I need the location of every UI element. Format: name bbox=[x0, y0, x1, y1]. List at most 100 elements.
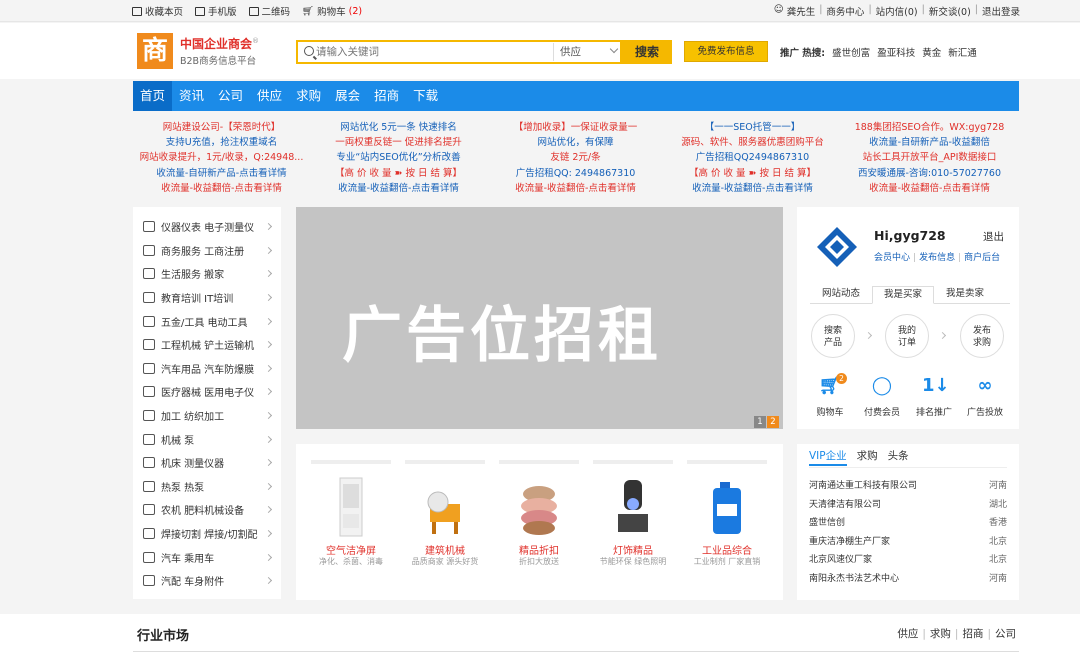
ad-link[interactable]: 源码、软件、服务器优惠团购平台 bbox=[664, 135, 841, 150]
tab-seller[interactable]: 我是卖家 bbox=[934, 286, 996, 304]
category-item[interactable]: 加工 纺织加工 bbox=[133, 404, 281, 428]
ad-link[interactable]: 网站收录提升，1元/收录，Q:24948... bbox=[133, 150, 310, 165]
hot-word[interactable]: 盈亚科技 bbox=[877, 48, 915, 59]
ad-link[interactable]: 专业“站内SEO优化”分析改善 bbox=[310, 150, 487, 165]
mobile-link[interactable]: 手机版 bbox=[195, 4, 237, 18]
category-item[interactable]: 商务服务 工商注册 bbox=[133, 239, 281, 263]
nav-news[interactable]: 资讯 bbox=[172, 81, 211, 111]
vip-row[interactable]: 盛世信创 香港 bbox=[809, 515, 1007, 533]
post-request-button[interactable]: 发布 求购 bbox=[960, 314, 1004, 358]
logo-title[interactable]: 中国企业商会® bbox=[180, 35, 259, 52]
ad-link[interactable]: 【一一SEO托管一一】 bbox=[664, 120, 841, 135]
logo-icon[interactable]: 商 bbox=[137, 33, 173, 69]
ad-link[interactable]: 收流量-收益翻倍-点击看详情 bbox=[664, 181, 841, 196]
product-card[interactable]: 空气洁净屏 净化、杀菌、消毒 bbox=[311, 460, 391, 580]
tab-site-news[interactable]: 网站动态 bbox=[810, 286, 872, 304]
product-card[interactable]: 建筑机械 品质商家 源头好货 bbox=[405, 460, 485, 580]
ad-link[interactable]: 收流量-收益翻倍-点击看详情 bbox=[487, 181, 664, 196]
category-item[interactable]: 仪器仪表 电子测量仪 bbox=[133, 215, 281, 239]
category-item[interactable]: 机械 泵 bbox=[133, 427, 281, 451]
nav-home[interactable]: 首页 bbox=[133, 81, 173, 111]
user-avatar[interactable] bbox=[815, 225, 859, 269]
ad-link[interactable]: 收流量-自研新产品-点击看详情 bbox=[133, 166, 310, 181]
member-center-link[interactable]: 会员中心 bbox=[874, 253, 910, 263]
ad-link[interactable]: 西安暖通展-咨询:010-57027760 bbox=[841, 166, 1018, 181]
panel-logout-link[interactable]: 退出 bbox=[983, 229, 1004, 244]
nav-buy[interactable]: 求购 bbox=[289, 81, 328, 111]
category-item[interactable]: 教育培训 IT培训 bbox=[133, 286, 281, 310]
category-item[interactable]: 生活服务 搬家 bbox=[133, 262, 281, 286]
category-item[interactable]: 汽车 乘用车 bbox=[133, 545, 281, 569]
ranking-icon[interactable]: 1↓ bbox=[922, 374, 950, 398]
ad-link[interactable]: 188集团招SEO合作。WX:gyg728 bbox=[841, 120, 1018, 135]
inbox-link[interactable]: 站内信(0) bbox=[876, 4, 918, 18]
qrcode-link[interactable]: 二维码 bbox=[248, 4, 290, 18]
tool-label[interactable]: 广告投放 bbox=[960, 405, 1010, 418]
nav-company[interactable]: 公司 bbox=[211, 81, 250, 111]
ad-link[interactable]: 网站建设公司-【荣恩时代】 bbox=[133, 120, 310, 135]
merchant-backend-link[interactable]: 商户后台 bbox=[964, 253, 1000, 263]
vip-row[interactable]: 河南通达重工科技有限公司 河南 bbox=[809, 478, 1007, 496]
paid-member-icon[interactable]: ◯ bbox=[870, 374, 894, 398]
user-name[interactable]: 龚先生 bbox=[787, 4, 816, 18]
ad-link[interactable]: 友链 2元/条 bbox=[487, 150, 664, 165]
banner-carousel[interactable]: 广告位招租 1 2 bbox=[296, 207, 783, 429]
search-type-select[interactable]: 供应 bbox=[553, 43, 623, 61]
bookmark-link[interactable]: 收藏本页 bbox=[132, 4, 183, 18]
publish-button[interactable]: 免费发布信息 bbox=[684, 41, 768, 62]
ad-link[interactable]: 【高 价 收 量 ➽ 按 日 结 算】 bbox=[664, 166, 841, 181]
ad-link[interactable]: 【增加收录】一保证收录量一 bbox=[487, 120, 664, 135]
tool-label[interactable]: 购物车 bbox=[805, 405, 855, 418]
product-card[interactable]: 工业品综合 工业制剂 厂家直销 bbox=[687, 460, 767, 580]
ad-link[interactable]: 广告招租QQ2494867310 bbox=[664, 150, 841, 165]
logout-link[interactable]: 退出登录 bbox=[982, 4, 1020, 18]
ad-link[interactable]: 收流量-收益翻倍-点击看详情 bbox=[841, 181, 1018, 196]
vip-row[interactable]: 天清律洁有限公司 湖北 bbox=[809, 497, 1007, 515]
hot-word[interactable]: 盛世创富 bbox=[832, 48, 870, 59]
ad-link[interactable]: 一両权重反链一 促进排名提升 bbox=[310, 135, 487, 150]
carousel-dot-2[interactable]: 2 bbox=[767, 416, 779, 428]
ad-link[interactable]: 网站优化，有保障 bbox=[487, 135, 664, 150]
category-item[interactable]: 农机 肥料机械设备 bbox=[133, 498, 281, 522]
search-input[interactable] bbox=[316, 43, 548, 61]
ad-link[interactable]: 广告招租QQ: 2494867310 bbox=[487, 166, 664, 181]
category-item[interactable]: 医疗器械 医用电子仪 bbox=[133, 380, 281, 404]
ad-link[interactable]: 收流量-自研新产品-收益翻倍 bbox=[841, 135, 1018, 150]
vip-row[interactable]: 北京风速仪厂家 北京 bbox=[809, 552, 1007, 570]
nav-supply[interactable]: 供应 bbox=[250, 81, 289, 111]
category-item[interactable]: 热泵 热泵 bbox=[133, 475, 281, 499]
vip-row[interactable]: 重庆洁净棚生产厂家 北京 bbox=[809, 534, 1007, 552]
ad-link[interactable]: 支持U充值，抢注权重域名 bbox=[133, 135, 310, 150]
carousel-dot-1[interactable]: 1 bbox=[754, 416, 766, 428]
tab-buyer[interactable]: 我是买家 bbox=[872, 286, 934, 304]
ad-placement-icon[interactable]: ∞ bbox=[973, 374, 997, 398]
new-chat-link[interactable]: 新交谈(0) bbox=[929, 4, 971, 18]
ad-link[interactable]: 收流量-收益翻倍-点击看详情 bbox=[310, 181, 487, 196]
ad-link[interactable]: 网站优化 5元一条 快速排名 bbox=[310, 120, 487, 135]
nav-expo[interactable]: 展会 bbox=[328, 81, 367, 111]
ad-link[interactable]: 收流量-收益翻倍-点击看详情 bbox=[133, 181, 310, 196]
category-item[interactable]: 机床 测量仪器 bbox=[133, 451, 281, 475]
category-item[interactable]: 工程机械 铲土运输机 bbox=[133, 333, 281, 357]
search-products-button[interactable]: 搜索 产品 bbox=[811, 314, 855, 358]
my-orders-button[interactable]: 我的 订单 bbox=[885, 314, 929, 358]
hot-word[interactable]: 黄金 bbox=[922, 48, 941, 59]
nav-download[interactable]: 下载 bbox=[406, 81, 445, 111]
tool-label[interactable]: 付费会员 bbox=[857, 405, 907, 418]
vip-row[interactable]: 南阳永杰书法艺术中心 河南 bbox=[809, 571, 1007, 589]
nav-invest[interactable]: 招商 bbox=[367, 81, 406, 111]
tab-buy-requests[interactable]: 求购 bbox=[857, 448, 878, 466]
ad-link[interactable]: 【高 价 收 量 ➽ 按 日 结 算】 bbox=[310, 166, 487, 181]
cart-link[interactable]: 🛒︎ 购物车 (2) bbox=[302, 4, 362, 19]
category-item[interactable]: 五金/工具 电动工具 bbox=[133, 309, 281, 333]
market-company-link[interactable]: 公司 bbox=[995, 628, 1016, 640]
category-item[interactable]: 焊接切割 焊接/切割配 bbox=[133, 522, 281, 546]
tab-headlines[interactable]: 头条 bbox=[888, 448, 909, 466]
tool-label[interactable]: 排名推广 bbox=[909, 405, 959, 418]
market-supply-link[interactable]: 供应 bbox=[897, 628, 918, 640]
category-item[interactable]: 汽配 车身附件 bbox=[133, 569, 281, 593]
tab-vip[interactable]: VIP企业 bbox=[809, 448, 847, 466]
category-item[interactable]: 汽车用品 汽车防爆膜 bbox=[133, 357, 281, 381]
market-buy-link[interactable]: 求购 bbox=[930, 628, 951, 640]
hot-word[interactable]: 新汇通 bbox=[948, 48, 977, 59]
